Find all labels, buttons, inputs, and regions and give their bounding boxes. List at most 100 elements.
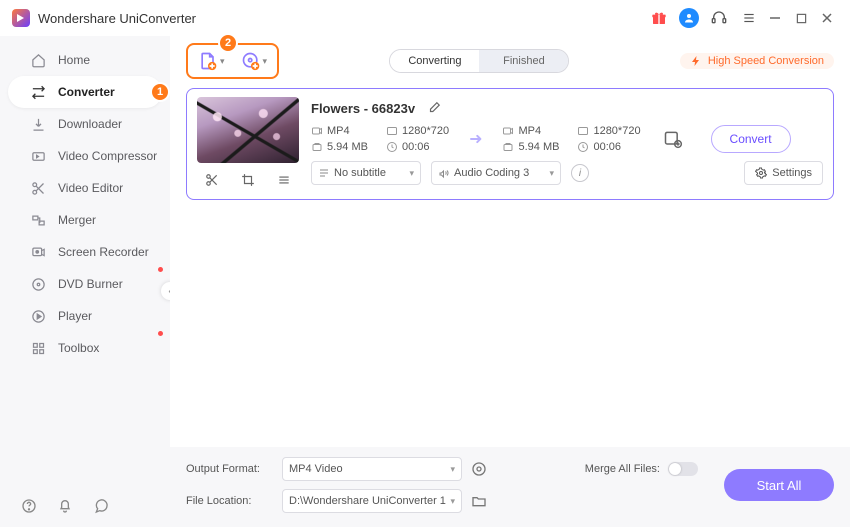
file-thumbnail[interactable]	[197, 97, 299, 163]
sidebar-item-merger[interactable]: Merger	[8, 204, 162, 236]
file-name: Flowers - 66823v	[311, 101, 415, 116]
trim-icon[interactable]	[201, 169, 223, 191]
output-format-label: Output Format:	[186, 463, 274, 475]
sidebar-item-label: DVD Burner	[58, 277, 123, 291]
sidebar-item-label: Video Editor	[58, 181, 123, 195]
size-icon	[502, 141, 514, 153]
add-media-group: 2 ▾ ▾	[186, 43, 279, 79]
subtitle-value: No subtitle	[334, 167, 386, 179]
open-folder-icon[interactable]	[470, 492, 488, 510]
tab-converting[interactable]: Converting	[390, 50, 479, 72]
window-maximize[interactable]	[790, 7, 812, 29]
merge-label: Merge All Files:	[580, 463, 660, 475]
callout-badge-2: 2	[218, 33, 238, 53]
bell-icon[interactable]	[56, 497, 74, 515]
audio-value: Audio Coding 3	[454, 167, 529, 179]
sidebar-item-label: Merger	[58, 213, 96, 227]
bolt-icon	[690, 55, 702, 67]
audio-icon	[438, 167, 450, 179]
sidebar-item-player[interactable]: Player	[8, 300, 162, 332]
file-location-value: D:\Wondershare UniConverter 1	[289, 495, 446, 507]
status-tabs: Converting Finished	[389, 49, 569, 73]
add-dvd-button[interactable]: ▾	[237, 47, 272, 75]
subtitle-icon	[318, 167, 330, 179]
window-close[interactable]	[816, 7, 838, 29]
app-logo	[12, 9, 30, 27]
subtitle-select[interactable]: No subtitle ▾	[311, 161, 421, 185]
output-format-select[interactable]: MP4 Video ▾	[282, 457, 462, 481]
src-format: MP4	[327, 125, 350, 137]
converter-icon	[30, 84, 46, 100]
src-res: 1280*720	[402, 125, 449, 137]
feedback-icon[interactable]	[92, 497, 110, 515]
sidebar-item-label: Toolbox	[58, 341, 99, 355]
settings-button[interactable]: Settings	[744, 161, 823, 185]
tab-finished[interactable]: Finished	[479, 50, 568, 72]
clock-icon	[386, 141, 398, 153]
sidebar-item-downloader[interactable]: Downloader	[8, 108, 162, 140]
high-speed-label: High Speed Conversion	[708, 55, 824, 67]
dst-dur: 00:06	[593, 141, 621, 153]
resolution-icon	[386, 125, 398, 137]
sidebar-item-screen-recorder[interactable]: Screen Recorder	[8, 236, 162, 268]
disc-icon	[30, 276, 46, 292]
sidebar: Home Converter 1 Downloader Video Compre…	[0, 36, 170, 527]
sidebar-item-label: Player	[58, 309, 92, 323]
merge-toggle[interactable]	[668, 462, 698, 476]
sidebar-item-label: Downloader	[58, 117, 122, 131]
scissors-icon	[30, 180, 46, 196]
settings-label: Settings	[772, 167, 812, 179]
sidebar-item-converter[interactable]: Converter 1	[8, 76, 162, 108]
sidebar-item-label: Video Compressor	[58, 149, 157, 163]
grid-icon	[30, 340, 46, 356]
window-minimize[interactable]	[764, 7, 786, 29]
video-icon	[311, 125, 323, 137]
download-icon	[30, 116, 46, 132]
help-icon[interactable]	[20, 497, 38, 515]
support-icon[interactable]	[708, 7, 730, 29]
gear-icon	[755, 167, 767, 179]
high-speed-button[interactable]: High Speed Conversion	[680, 53, 834, 69]
sidebar-item-video-compressor[interactable]: Video Compressor	[8, 140, 162, 172]
crop-icon[interactable]	[237, 169, 259, 191]
file-location-label: File Location:	[186, 495, 274, 507]
output-preset-icon[interactable]	[663, 129, 683, 149]
start-all-button[interactable]: Start All	[724, 469, 834, 501]
info-icon[interactable]: i	[571, 164, 589, 182]
sidebar-item-label: Home	[58, 53, 90, 67]
hamburger-icon[interactable]	[738, 7, 760, 29]
output-settings-icon[interactable]	[470, 460, 488, 478]
chevron-down-icon: ▾	[450, 464, 455, 475]
rename-icon[interactable]	[423, 97, 445, 119]
chevron-down-icon: ▾	[263, 56, 268, 67]
dst-size: 5.94 MB	[518, 141, 559, 153]
dst-res: 1280*720	[593, 125, 640, 137]
convert-button[interactable]: Convert	[711, 125, 791, 153]
file-card: Flowers - 66823v MP4 1280*720 5.94 MB 00…	[186, 88, 834, 200]
sidebar-item-label: Converter	[58, 85, 115, 99]
compress-icon	[30, 148, 46, 164]
user-avatar[interactable]	[678, 7, 700, 29]
sidebar-item-home[interactable]: Home	[8, 44, 162, 76]
record-icon	[30, 244, 46, 260]
sidebar-item-toolbox[interactable]: Toolbox	[8, 332, 162, 364]
home-icon	[30, 52, 46, 68]
video-icon	[502, 125, 514, 137]
merge-icon	[30, 212, 46, 228]
chevron-down-icon: ▾	[549, 168, 554, 179]
app-title: Wondershare UniConverter	[38, 11, 196, 26]
dst-format: MP4	[518, 125, 541, 137]
sidebar-item-video-editor[interactable]: Video Editor	[8, 172, 162, 204]
audio-select[interactable]: Audio Coding 3 ▾	[431, 161, 561, 185]
gift-icon[interactable]	[648, 7, 670, 29]
effect-icon[interactable]	[273, 169, 295, 191]
sidebar-item-dvd-burner[interactable]: DVD Burner	[8, 268, 162, 300]
chevron-down-icon: ▾	[450, 496, 455, 507]
arrow-right-icon: ➜	[463, 129, 488, 149]
play-icon	[30, 308, 46, 324]
chevron-down-icon: ▾	[220, 56, 225, 67]
size-icon	[311, 141, 323, 153]
file-location-select[interactable]: D:\Wondershare UniConverter 1 ▾	[282, 489, 462, 513]
resolution-icon	[577, 125, 589, 137]
sidebar-item-label: Screen Recorder	[58, 245, 149, 259]
